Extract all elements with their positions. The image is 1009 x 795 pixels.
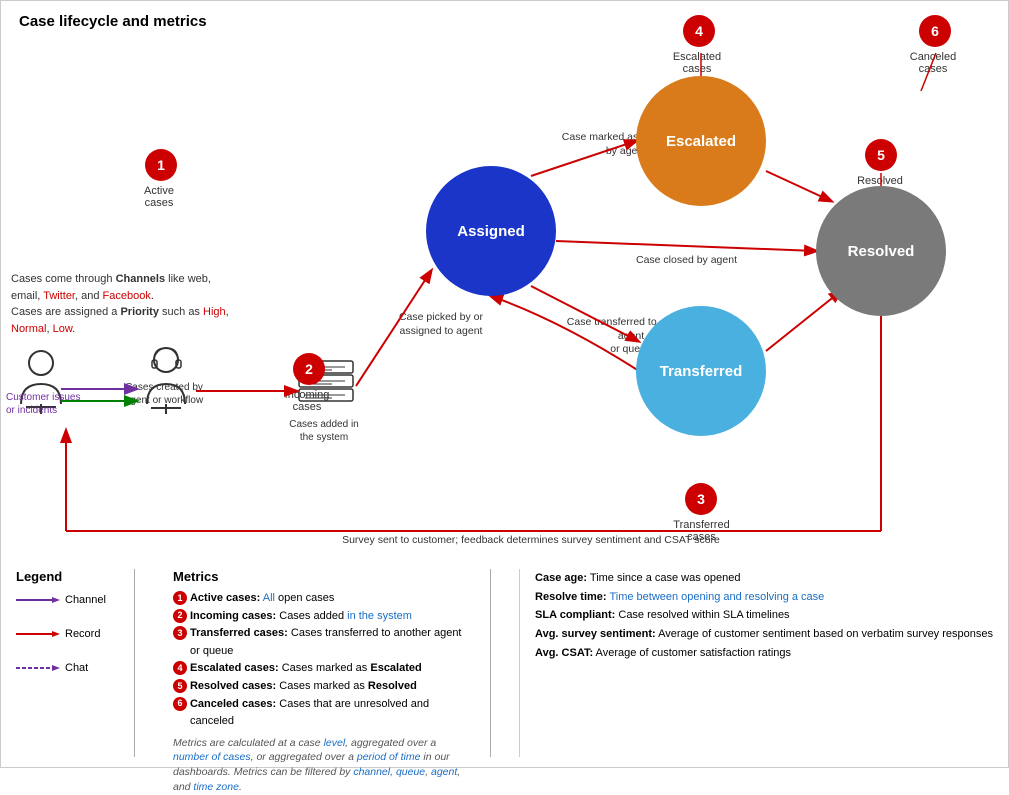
legend-chat: Chat: [16, 662, 106, 674]
legend-channel: Channel: [16, 594, 106, 606]
metrics-note: Metrics are calculated at a case level, …: [173, 736, 462, 795]
label-escalated-cases: Escalatedcases: [667, 51, 727, 75]
legend-title: Legend: [16, 569, 106, 584]
metrics-col: Metrics 1 Active cases: All open cases 2…: [163, 569, 462, 757]
num-circle-5: 5: [865, 139, 897, 171]
node-transferred: Transferred: [636, 306, 766, 436]
label-canceled-cases: Canceledcases: [903, 51, 963, 75]
legend-section: Legend Channel Record Chat: [1, 559, 1008, 767]
annotation-survey: Survey sent to customer; feedback determ…: [311, 534, 751, 548]
metrics-title: Metrics: [173, 569, 462, 584]
label-customer-issues: Customer issues or incidents: [6, 391, 86, 417]
num-circle-3: 3: [685, 483, 717, 515]
metric-item-3: 3 Transferred cases: Cases transferred t…: [173, 625, 462, 660]
metric-survey: Avg. survey sentiment: Average of custom…: [535, 625, 993, 644]
diagram-section: Case lifecycle and metrics: [1, 1, 1008, 561]
metric-resolve-time: Resolve time: Time between opening and r…: [535, 588, 993, 607]
label-cases-created: Cases created byagent or workflow: [119, 381, 209, 407]
label-active-cases: Activecases: [129, 185, 189, 209]
metric-item-5: 5 Resolved cases: Cases marked as Resolv…: [173, 678, 462, 696]
main-container: Case lifecycle and metrics: [0, 0, 1009, 768]
right-metrics-col: Case age: Time since a case was opened R…: [519, 569, 993, 757]
label-cases-system: Cases added in the system: [284, 418, 364, 444]
metric-csat: Avg. CSAT: Average of customer satisfact…: [535, 644, 993, 663]
node-resolved: Resolved: [816, 186, 946, 316]
annotation-closed: Case closed by agent: [636, 254, 796, 268]
legend-record-label: Record: [65, 628, 100, 640]
metric-item-1: 1 Active cases: All open cases: [173, 590, 462, 608]
legend-record: Record: [16, 628, 106, 640]
metric-case-age: Case age: Time since a case was opened: [535, 569, 993, 588]
node-escalated: Escalated: [636, 76, 766, 206]
right-divider: [490, 569, 491, 757]
info-text: Cases come through Channels like web, em…: [11, 271, 231, 337]
legend-col: Legend Channel Record Chat: [16, 569, 106, 757]
metric-item-4: 4 Escalated cases: Cases marked as Escal…: [173, 660, 462, 678]
node-assigned: Assigned: [426, 166, 556, 296]
metric-item-6: 6 Canceled cases: Cases that are unresol…: [173, 696, 462, 731]
legend-divider: [134, 569, 135, 757]
legend-channel-label: Channel: [65, 594, 106, 606]
num-circle-6: 6: [919, 15, 951, 47]
num-circle-2: 2: [293, 353, 325, 385]
metric-item-2: 2 Incoming cases: Cases added in the sys…: [173, 608, 462, 626]
page-title: Case lifecycle and metrics: [19, 13, 207, 30]
metric-sla: SLA compliant: Case resolved within SLA …: [535, 606, 993, 625]
legend-chat-label: Chat: [65, 662, 88, 674]
num-circle-4: 4: [683, 15, 715, 47]
num-circle-1: 1: [145, 149, 177, 181]
annotation-assigned: Case picked by orassigned to agent: [376, 311, 506, 338]
